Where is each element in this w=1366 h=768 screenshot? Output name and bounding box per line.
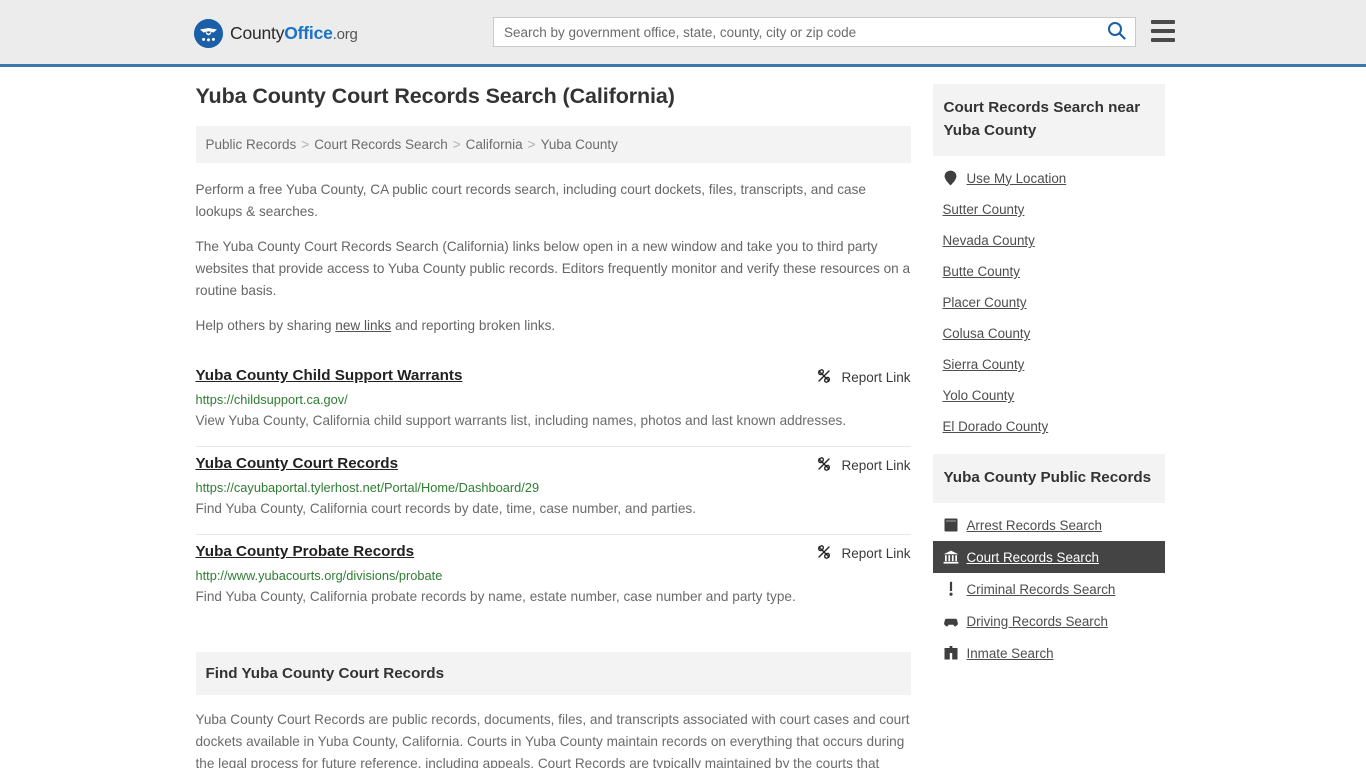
car-icon [943,613,959,629]
sidebar-item-criminal-records-search[interactable]: Criminal Records Search [933,573,1165,605]
eagle-shield-logo-icon [194,19,223,48]
sidebar-item-court-records-search[interactable]: Court Records Search [932,541,1165,573]
help-share-line: Help others by sharing new links and rep… [196,315,911,337]
search-button[interactable] [1097,18,1135,46]
intro-paragraph-2: The Yuba County Court Records Search (Ca… [195,239,911,298]
near-panel-list: Use My Location Sutter County Nevada Cou… [933,156,1165,442]
criminal-records-search-link[interactable]: Criminal Records Search [967,582,1116,597]
resource-link-url: https://cayubaportal.tylerhost.net/Porta… [195,480,540,495]
list-item: Yuba County Probate Records Report Link [196,535,911,622]
sidebar-item-county[interactable]: Butte County [933,256,1165,287]
intro-paragraph-1: Perform a free Yuba County, CA public co… [195,182,866,219]
breadcrumb-separator-2: > [527,137,536,152]
logo-text-office: Office [284,23,333,43]
breadcrumb-item-1[interactable]: Court Records Search [314,137,448,152]
use-my-location-row[interactable]: Use My Location [933,162,1165,194]
near-panel-heading: Court Records Search near Yuba County [932,84,1165,156]
page-body: Yuba County Court Records Search (Califo… [0,67,1366,768]
resource-link-description: Find Yuba County, California court recor… [195,501,696,516]
search-bar[interactable] [493,17,1136,47]
county-link[interactable]: Nevada County [943,233,1035,248]
hamburger-bar-3 [1151,38,1175,42]
new-links-link[interactable]: new links [335,318,391,333]
county-link[interactable]: Butte County [943,264,1020,279]
breadcrumb: Public Records > Court Records Search > Cali… [195,126,911,163]
jail-building-icon [943,645,959,661]
search-input[interactable] [494,18,1097,46]
courthouse-icon [943,549,959,565]
breadcrumb-item-0[interactable]: Public Records [206,137,297,152]
breadcrumb-separator-1: > [452,137,461,152]
use-my-location-link[interactable]: Use My Location [967,171,1067,186]
logo-text-county: County [230,23,285,43]
county-link[interactable]: Yolo County [943,388,1015,403]
resource-link-title[interactable]: Yuba County Child Support Warrants [196,367,463,384]
sidebar-item-county[interactable]: Colusa County [933,318,1165,349]
sidebar: Court Records Search near Yuba County Us… [932,84,1165,768]
main-content: Yuba County Court Records Search (Califo… [195,84,911,768]
site-logo[interactable]: CountyOffice.org [194,19,358,48]
site-logo-text: CountyOffice.org [230,23,358,44]
sidebar-item-arrest-records-search[interactable]: Arrest Records Search [933,509,1165,541]
resource-link-list: Yuba County Child Support Warrants Repor… [195,359,911,622]
page-title: Yuba County Court Records Search (Califo… [195,84,675,108]
resource-link-url: https://childsupport.ca.gov/ [195,392,348,407]
sidebar-item-county[interactable]: Sierra County [933,349,1165,380]
site-header: CountyOffice.org [0,0,1366,67]
resource-link-title[interactable]: Yuba County Court Records [196,455,399,472]
sidebar-item-county[interactable]: Placer County [933,287,1165,318]
resource-link-title[interactable]: Yuba County Probate Records [196,543,415,560]
inmate-search-link[interactable]: Inmate Search [967,646,1054,661]
breadcrumb-item-2[interactable]: California [466,137,523,152]
fingerprint-card-icon [943,517,959,533]
logo-text-org: .org [332,26,358,43]
sidebar-item-county[interactable]: Yolo County [933,380,1165,411]
breadcrumb-separator-0: > [301,137,310,152]
report-link-button[interactable]: Report Link [816,455,911,475]
county-link[interactable]: Placer County [943,295,1027,310]
report-link-button[interactable]: Report Link [816,543,911,563]
court-records-search-link[interactable]: Court Records Search [967,550,1099,565]
exclamation-icon [943,581,959,597]
driving-records-search-link[interactable]: Driving Records Search [967,614,1108,629]
sidebar-item-driving-records-search[interactable]: Driving Records Search [933,605,1165,637]
hamburger-bar-2 [1151,29,1175,33]
resource-link-url: http://www.yubacourts.org/divisions/prob… [195,568,443,583]
county-link[interactable]: Sierra County [943,357,1025,372]
breadcrumb-item-3[interactable]: Yuba County [541,137,618,152]
sidebar-item-county[interactable]: Nevada County [933,225,1165,256]
report-link-label: Report Link [841,546,911,561]
arrest-records-search-link[interactable]: Arrest Records Search [967,518,1102,533]
county-link[interactable]: Colusa County [943,326,1031,341]
help-line-before: Help others by sharing [195,318,336,333]
list-item: Yuba County Court Records Report Link ht… [195,447,911,535]
find-records-heading: Find Yuba County Court Records [195,652,911,695]
sidebar-item-inmate-search[interactable]: Inmate Search [933,637,1165,669]
report-link-label: Report Link [841,370,911,385]
report-link-button[interactable]: Report Link [816,367,911,387]
broken-link-icon [816,544,832,563]
help-line-after: and reporting broken links. [391,318,556,333]
magnifier-icon [1107,21,1126,43]
map-pin-icon [943,170,959,186]
broken-link-icon [816,456,832,475]
county-link[interactable]: El Dorado County [943,419,1049,434]
find-records-body: Yuba County Court Records are public rec… [195,712,910,768]
broken-link-icon [816,368,832,387]
list-item: Yuba County Child Support Warrants Repor… [195,359,911,447]
resource-link-description: Find Yuba County, California probate rec… [195,589,796,604]
resource-link-description: View Yuba County, California child suppo… [195,413,847,428]
county-link[interactable]: Sutter County [943,202,1025,217]
report-link-label: Report Link [841,458,911,473]
hamburger-bar-1 [1151,20,1175,24]
sidebar-item-county[interactable]: El Dorado County [933,411,1165,442]
hamburger-menu-icon[interactable] [1151,20,1175,42]
public-records-panel-list: Arrest Records Search Court Records Sear… [932,503,1165,669]
public-records-panel-heading: Yuba County Public Records [932,454,1165,503]
sidebar-item-county[interactable]: Sutter County [933,194,1165,225]
